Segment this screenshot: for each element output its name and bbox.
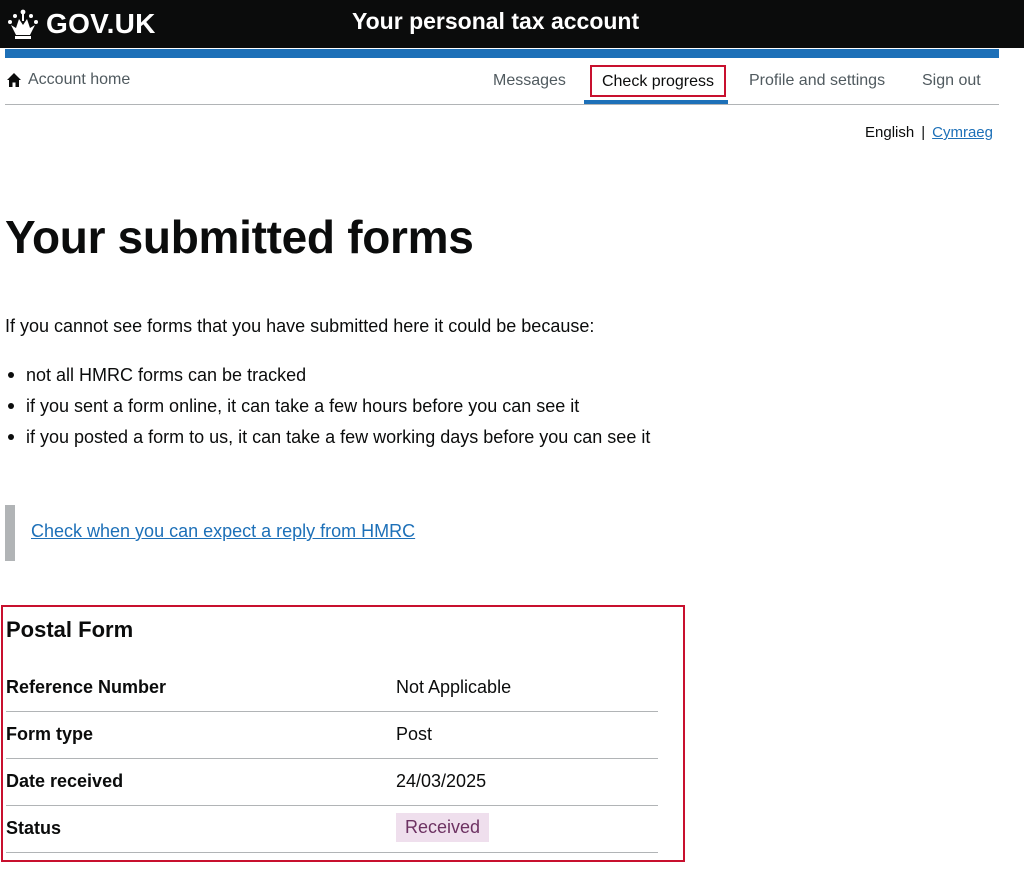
summary-row-reference: Reference Number Not Applicable [6, 665, 658, 712]
summary-value: 24/03/2025 [396, 771, 487, 791]
reasons-list: not all HMRC forms can be tracked if you… [8, 362, 668, 455]
summary-key: Status [6, 818, 62, 838]
intro-text: If you cannot see forms that you have su… [5, 316, 595, 336]
service-name[interactable]: Your personal tax account [352, 8, 639, 35]
govuk-logo-link[interactable]: GOV.UK [6, 6, 156, 42]
crown-icon [8, 9, 38, 39]
govuk-header: GOV.UK Your personal tax account [0, 0, 1024, 48]
header-stripe [5, 49, 999, 58]
page-title: Your submitted forms [5, 211, 474, 263]
nav-sign-out[interactable]: Sign out [922, 72, 981, 90]
postal-form-card: Postal Form Reference Number Not Applica… [1, 605, 685, 862]
language-separator: | [921, 124, 926, 141]
summary-key: Form type [6, 724, 94, 744]
language-toggle: English | Cymraeg [865, 124, 993, 141]
reply-timing-link[interactable]: Check when you can expect a reply from H… [31, 521, 415, 542]
language-cymraeg-link[interactable]: Cymraeg [932, 124, 993, 141]
nav-messages[interactable]: Messages [493, 72, 566, 90]
inset-text: Check when you can expect a reply from H… [5, 505, 665, 561]
summary-row-date: Date received 24/03/2025 [6, 759, 658, 806]
account-home-label: Account home [28, 71, 131, 88]
summary-value: Not Applicable [396, 677, 512, 697]
language-current: English [865, 124, 915, 141]
summary-key: Date received [6, 771, 124, 791]
nav-check-progress[interactable]: Check progress [584, 58, 728, 104]
nav-check-progress-label: Check progress [601, 73, 715, 90]
account-nav: Account home Messages Check progress Pro… [5, 58, 999, 105]
status-badge: Received [396, 813, 490, 842]
summary-row-status: Status Received [6, 806, 658, 853]
summary-key: Reference Number [6, 677, 167, 697]
summary-value: Post [396, 724, 433, 744]
account-home-link[interactable]: Account home [6, 71, 130, 89]
highlight-box: Check progress [590, 65, 726, 97]
card-title: Postal Form [6, 617, 134, 642]
govuk-wordmark: GOV.UK [46, 8, 156, 39]
list-item: not all HMRC forms can be tracked [8, 362, 668, 388]
summary-row-form-type: Form type Post [6, 712, 658, 759]
home-icon [7, 73, 21, 87]
list-item: if you sent a form online, it can take a… [8, 393, 668, 419]
list-item: if you posted a form to us, it can take … [8, 424, 668, 450]
nav-profile-settings[interactable]: Profile and settings [749, 72, 885, 90]
summary-list: Reference Number Not Applicable Form typ… [6, 665, 658, 853]
